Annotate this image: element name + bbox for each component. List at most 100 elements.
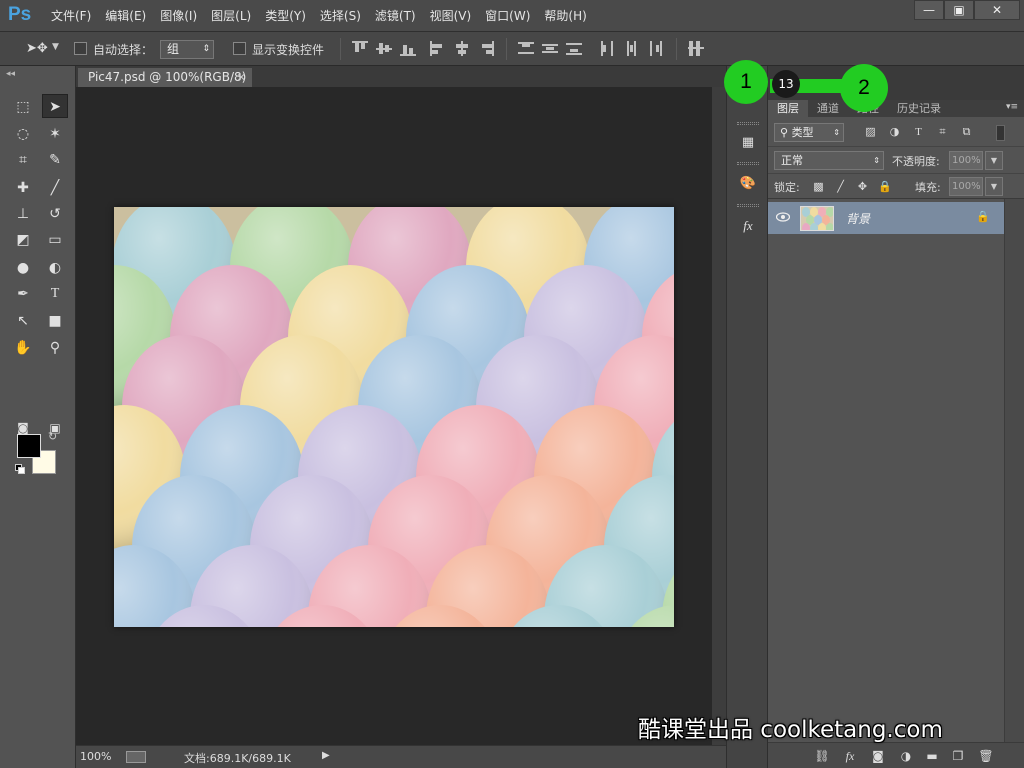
dock-grip[interactable] [737, 204, 759, 207]
play-arrow-icon[interactable]: ▶ [322, 750, 330, 761]
link-layers-icon[interactable]: ⛓ [814, 748, 830, 764]
menu-type[interactable]: 类型(Y) [258, 0, 313, 32]
eyedropper-tool-icon[interactable]: ✎ [42, 148, 68, 172]
zoom-tool-icon[interactable]: ⚲ [42, 336, 68, 360]
dock-grip[interactable] [737, 162, 759, 165]
menu-file[interactable]: 文件(F) [44, 0, 98, 32]
close-icon[interactable]: ✕ [237, 68, 246, 87]
quick-mask-icon[interactable]: ◙ [10, 416, 36, 440]
smart-object-filter-icon[interactable]: ⧉ [960, 126, 973, 138]
new-group-folder-icon[interactable]: ▬ [924, 748, 940, 764]
tab-layers[interactable]: 图层 [768, 100, 808, 117]
menu-layer[interactable]: 图层(L) [204, 0, 258, 32]
adjustment-layer-icon[interactable]: ◑ [898, 748, 914, 764]
tab-channels[interactable]: 通道 [808, 100, 848, 117]
align-bottom-icon[interactable] [400, 41, 416, 56]
distribute-vcenter-icon[interactable] [542, 41, 558, 56]
collapse-arrows-icon[interactable]: ◂◂ [6, 69, 15, 79]
lock-transparent-icon[interactable]: ▩ [812, 180, 825, 193]
healing-brush-tool-icon[interactable]: ✚ [10, 176, 36, 200]
styles-fx-icon[interactable]: fx [736, 215, 760, 237]
document-canvas[interactable] [76, 87, 726, 745]
menu-window[interactable]: 窗口(W) [478, 0, 537, 32]
distribute-right-icon[interactable] [648, 41, 664, 56]
opacity-input[interactable]: 100% [949, 151, 983, 170]
pen-tool-icon[interactable]: ✒ [10, 282, 36, 306]
type-filter-icon[interactable]: T [912, 126, 925, 138]
move-tool-preset-icon[interactable]: ➤✥ [26, 41, 48, 56]
auto-select-checkbox[interactable] [74, 42, 87, 55]
menu-help[interactable]: 帮助(H) [537, 0, 593, 32]
document-tab[interactable]: Pic47.psd @ 100%(RGB/8) ✕ [78, 68, 252, 87]
menu-select[interactable]: 选择(S) [313, 0, 368, 32]
maximize-button[interactable]: ▣ [944, 0, 974, 20]
layer-row[interactable]: 背景 🔒 [768, 202, 1004, 234]
lock-all-icon[interactable]: 🔒 [878, 180, 892, 193]
path-selection-tool-icon[interactable]: ↖ [10, 309, 36, 333]
dock-grip[interactable] [737, 122, 759, 125]
dodge-tool-icon[interactable]: ◐ [42, 256, 68, 280]
pixel-filter-icon[interactable]: ▨ [864, 126, 877, 138]
tab-history[interactable]: 历史记录 [888, 100, 950, 117]
rectangle-tool-icon[interactable]: ■ [42, 309, 68, 333]
status-preview-icon[interactable] [126, 751, 146, 763]
menu-filter[interactable]: 滤镜(T) [368, 0, 423, 32]
menu-image[interactable]: 图像(I) [153, 0, 204, 32]
fill-input[interactable]: 100% [949, 177, 983, 196]
magic-wand-tool-icon[interactable]: ✶ [42, 122, 68, 146]
brush-tool-icon[interactable]: ╱ [42, 176, 68, 200]
shape-filter-icon[interactable]: ⌗ [936, 126, 949, 138]
zoom-level[interactable]: 100% [80, 750, 111, 763]
align-top-icon[interactable] [352, 41, 368, 56]
eye-icon[interactable] [776, 212, 790, 222]
filter-toggle[interactable] [996, 125, 1005, 141]
type-tool-icon[interactable]: T [42, 282, 68, 306]
distribute-hcenter-icon[interactable] [624, 41, 640, 56]
history-brush-tool-icon[interactable]: ↺ [42, 202, 68, 226]
new-layer-icon[interactable]: ❐ [950, 748, 966, 764]
align-hcenter-icon[interactable] [454, 41, 470, 56]
align-vcenter-icon[interactable] [376, 41, 392, 56]
blur-tool-icon[interactable]: ● [10, 256, 36, 280]
blend-mode-dropdown[interactable]: 正常 ⇕ [774, 151, 884, 170]
distribute-left-icon[interactable] [600, 41, 616, 56]
crop-tool-icon[interactable]: ⌗ [10, 148, 36, 172]
gradient-tool-icon[interactable]: ▭ [42, 228, 68, 252]
default-colors-icon[interactable] [15, 464, 25, 474]
panel-menu-icon[interactable]: ▾≡ [1006, 102, 1018, 112]
filter-kind-dropdown[interactable]: ⚲ 类型 ⇕ [774, 123, 844, 142]
trash-icon[interactable]: 🗑 [978, 748, 994, 764]
move-tool-icon[interactable]: ➤ [42, 94, 68, 118]
lock-position-icon[interactable]: ✥ [856, 180, 869, 193]
align-left-icon[interactable] [430, 41, 446, 56]
marquee-tool-icon[interactable]: ⬚ [10, 95, 36, 119]
screen-mode-icon[interactable]: ▣ [42, 416, 68, 440]
show-transform-checkbox[interactable] [233, 42, 246, 55]
auto-align-icon[interactable] [688, 41, 704, 56]
hand-tool-icon[interactable]: ✋ [10, 336, 36, 360]
eraser-tool-icon[interactable]: ◩ [10, 228, 36, 252]
distribute-bottom-icon[interactable] [566, 41, 582, 56]
layer-style-fx-icon[interactable]: fx [842, 748, 858, 764]
close-button[interactable]: ✕ [974, 0, 1020, 20]
chevron-down-icon[interactable]: ▼ [985, 177, 1003, 196]
clone-stamp-tool-icon[interactable]: ⊥ [10, 202, 36, 226]
auto-select-dropdown[interactable]: 组 ⇕ [160, 40, 214, 59]
menu-edit[interactable]: 编辑(E) [98, 0, 153, 32]
photoshop-logo: Ps [8, 4, 32, 25]
layers-scrollbar[interactable] [1004, 199, 1024, 742]
chevron-down-icon[interactable]: ▼ [52, 42, 59, 52]
swatches-grid-icon[interactable]: ▦ [736, 132, 760, 154]
distribute-top-icon[interactable] [518, 41, 534, 56]
palette-icon[interactable]: 🎨 [736, 173, 760, 195]
lasso-tool-icon[interactable]: ◌ [10, 122, 36, 146]
align-right-icon[interactable] [478, 41, 494, 56]
menu-view[interactable]: 视图(V) [423, 0, 479, 32]
add-mask-icon[interactable]: ◙ [870, 748, 886, 764]
canvas-scrollbar[interactable] [712, 87, 726, 745]
minimize-button[interactable]: — [914, 0, 944, 20]
adjustment-filter-icon[interactable]: ◑ [888, 126, 901, 138]
layer-name[interactable]: 背景 [846, 210, 870, 227]
lock-image-icon[interactable]: ╱ [834, 180, 847, 193]
chevron-down-icon[interactable]: ▼ [985, 151, 1003, 170]
